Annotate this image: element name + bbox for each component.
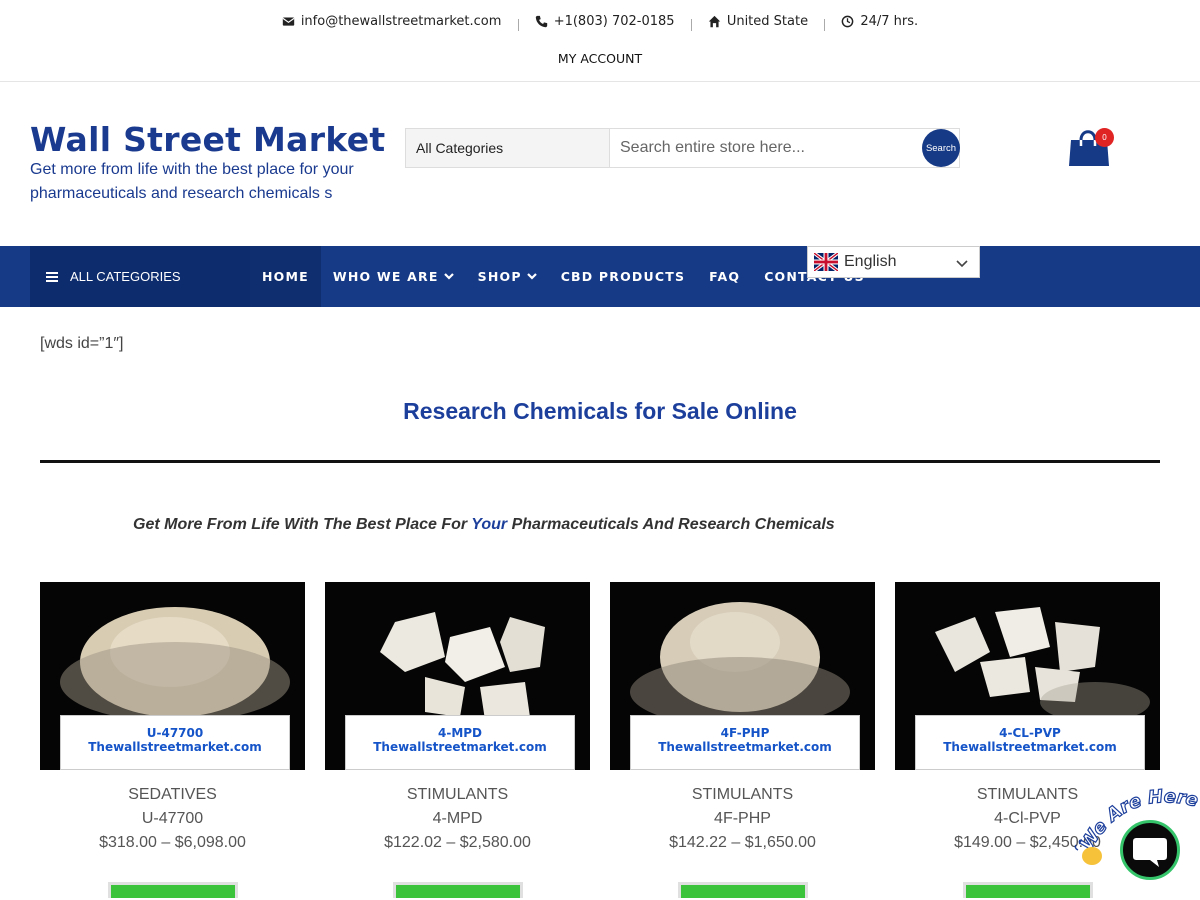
product-image-label: 4-CL-PVP Thewallstreetmarket.com (915, 715, 1145, 770)
nav-label: FAQ (709, 269, 741, 284)
product-card[interactable]: U-47700 Thewallstreetmarket.com SEDATIVE… (40, 582, 305, 898)
product-image[interactable]: 4-CL-PVP Thewallstreetmarket.com (895, 582, 1160, 770)
select-options-button[interactable] (107, 882, 238, 898)
contact-line: info@thewallstreetmarket.com +1(803) 702… (0, 14, 1200, 32)
language-selector[interactable]: English (807, 246, 980, 278)
nav-item-who-we-are[interactable]: WHO WE ARE (321, 246, 466, 307)
category-select[interactable]: All Categories (405, 128, 610, 168)
nav-item-cbd-products[interactable]: CBD PRODUCTS (549, 246, 697, 307)
site-header: Wall Street Market Get more from life wi… (0, 82, 1200, 246)
search-button[interactable]: Search (922, 129, 960, 167)
sub-heading: Get More From Life With The Best Place F… (133, 516, 835, 534)
product-grid: U-47700 Thewallstreetmarket.com SEDATIVE… (40, 582, 1160, 898)
product-category[interactable]: STIMULANTS (325, 786, 590, 804)
all-categories-button[interactable]: ALL CATEGORIES (30, 246, 250, 307)
product-image-label-site: Thewallstreetmarket.com (88, 740, 262, 754)
nav-item-home[interactable]: HOME (250, 246, 321, 307)
sub-heading-highlight: Your (471, 516, 508, 533)
sub-heading-post: Pharmaceuticals And Research Chemicals (507, 516, 835, 533)
product-image-label-code: 4-CL-PVP (999, 726, 1061, 740)
email-link[interactable]: info@thewallstreetmarket.com (282, 14, 502, 29)
product-name[interactable]: 4-MPD (325, 810, 590, 828)
product-image-label: 4-MPD Thewallstreetmarket.com (345, 715, 575, 770)
product-image-label-code: 4-MPD (437, 726, 483, 740)
chevron-down-icon (443, 273, 454, 280)
separator (824, 18, 826, 31)
product-category[interactable]: SEDATIVES (40, 786, 305, 804)
cart-count-badge: 0 (1095, 128, 1114, 147)
my-account-link[interactable]: MY ACCOUNT (0, 51, 1200, 66)
product-image-label-site: Thewallstreetmarket.com (658, 740, 832, 754)
product-image-label-code: 4F-PHP (720, 726, 770, 740)
separator (517, 18, 519, 31)
chevron-down-icon (526, 273, 537, 280)
chevron-down-icon (956, 260, 968, 268)
shortcode-text: [wds id=”1″] (40, 335, 124, 352)
search-bar: All Categories Search (405, 128, 960, 168)
product-price: $318.00 – $6,098.00 (99, 834, 246, 851)
product-name[interactable]: 4F-PHP (610, 810, 875, 828)
product-card[interactable]: 4-MPD Thewallstreetmarket.com STIMULANTS… (325, 582, 590, 898)
product-category[interactable]: STIMULANTS (610, 786, 875, 804)
product-image-label-site: Thewallstreetmarket.com (373, 740, 547, 754)
product-image[interactable]: U-47700 Thewallstreetmarket.com (40, 582, 305, 770)
nav-label: HOME (262, 269, 309, 284)
uk-flag-icon (814, 253, 838, 271)
cart-button[interactable]: 0 (1066, 126, 1116, 172)
site-tagline: Get more from life with the best place f… (30, 161, 354, 202)
language-label: English (844, 253, 897, 270)
all-categories-label: ALL CATEGORIES (70, 269, 181, 284)
product-image-label-code: U-47700 (146, 726, 204, 740)
nav-item-faq[interactable]: FAQ (697, 246, 752, 307)
product-image-label: U-47700 Thewallstreetmarket.com (60, 715, 290, 770)
hours-text: 24/7 hrs. (860, 14, 919, 29)
chat-button[interactable] (1120, 820, 1180, 880)
location-text: United State (726, 14, 809, 29)
product-card[interactable]: 4F-PHP Thewallstreetmarket.com STIMULANT… (610, 582, 875, 898)
phone-text: +1(803) 702-0185 (553, 14, 675, 29)
envelope-icon (282, 17, 295, 26)
select-options-button[interactable] (392, 882, 523, 898)
nav-label: CBD PRODUCTS (560, 269, 686, 284)
main-nav: ALL CATEGORIES HOME WHO WE ARE SHOP CBD … (0, 246, 1200, 307)
nav-item-shop[interactable]: SHOP (466, 246, 549, 307)
menu-icon (46, 271, 58, 282)
home-icon (708, 15, 720, 28)
nav-label: SHOP (477, 269, 522, 284)
product-image[interactable]: 4F-PHP Thewallstreetmarket.com (610, 582, 875, 770)
location-item: United State (708, 14, 808, 29)
site-logo[interactable]: Wall Street Market (30, 120, 385, 159)
select-options-button[interactable] (962, 882, 1093, 898)
search-input[interactable] (610, 128, 960, 168)
phone-icon (535, 15, 547, 28)
hours-item: 24/7 hrs. (841, 14, 918, 29)
clock-icon (842, 15, 854, 28)
top-bar: info@thewallstreetmarket.com +1(803) 702… (0, 0, 1200, 82)
product-image-label: 4F-PHP Thewallstreetmarket.com (630, 715, 860, 770)
sub-heading-pre: Get More From Life With The Best Place F… (133, 516, 472, 533)
email-text: info@thewallstreetmarket.com (300, 14, 502, 29)
separator (690, 18, 692, 31)
nav-label: WHO WE ARE (332, 269, 439, 284)
divider (40, 460, 1160, 463)
phone-link[interactable]: +1(803) 702-0185 (535, 14, 675, 29)
product-price: $142.22 – $1,650.00 (669, 834, 816, 851)
chat-icon (1133, 838, 1167, 867)
page-heading: Research Chemicals for Sale Online (403, 398, 797, 424)
product-name[interactable]: U-47700 (40, 810, 305, 828)
product-price: $122.02 – $2,580.00 (384, 834, 531, 851)
product-image[interactable]: 4-MPD Thewallstreetmarket.com (325, 582, 590, 770)
product-image-label-site: Thewallstreetmarket.com (943, 740, 1117, 754)
select-options-button[interactable] (677, 882, 808, 898)
nav-menu: HOME WHO WE ARE SHOP CBD PRODUCTS FAQ CO… (250, 246, 877, 307)
